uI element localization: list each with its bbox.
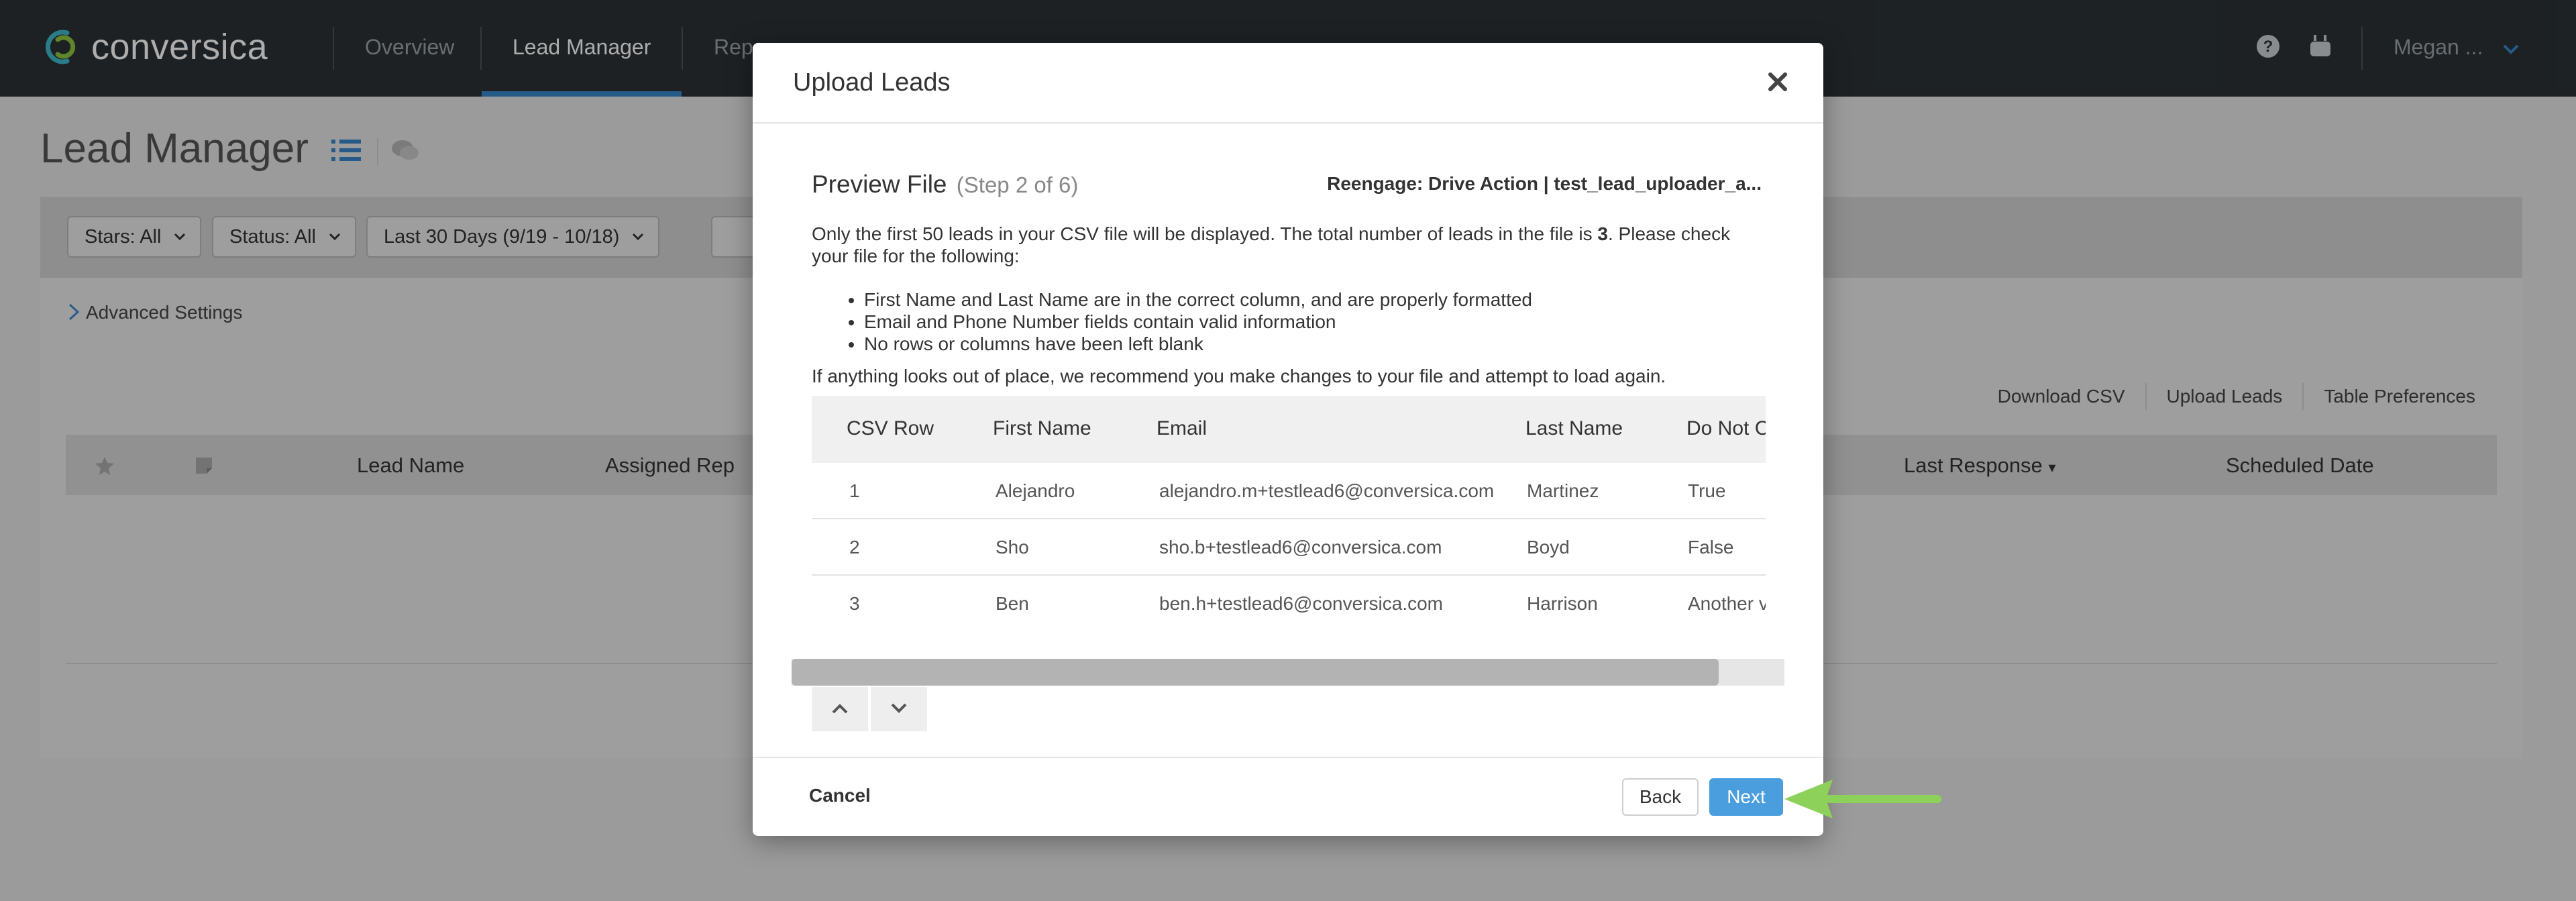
horizontal-scrollbar[interactable] bbox=[792, 659, 1784, 686]
table-row: 3 Ben ben.h+testlead6@conversica.com Har… bbox=[812, 576, 1766, 621]
table-row: 1 Alejandro alejandro.m+testlead6@conver… bbox=[812, 463, 1766, 519]
cell-email: alejandro.m+testlead6@conversica.com bbox=[1159, 480, 1495, 501]
cell-csv-row: 3 bbox=[849, 593, 860, 614]
cell-first-name: Alejandro bbox=[996, 480, 1075, 501]
col-csv-row: CSV Row bbox=[847, 417, 934, 439]
modal-footer: Cancel Back Next bbox=[753, 757, 1823, 836]
checklist: First Name and Last Name are in the corr… bbox=[864, 288, 1532, 355]
step-indicator: (Step 2 of 6) bbox=[956, 172, 1079, 197]
cell-csv-row: 1 bbox=[849, 480, 860, 501]
preview-file-title: Preview File bbox=[812, 170, 947, 198]
intro-text-before: Only the first 50 leads in your CSV file… bbox=[812, 223, 1598, 244]
cell-last-name: Harrison bbox=[1527, 593, 1598, 614]
checklist-item: Email and Phone Number fields contain va… bbox=[864, 311, 1532, 333]
back-button[interactable]: Back bbox=[1622, 778, 1699, 816]
cell-last-name: Boyd bbox=[1527, 537, 1570, 558]
preview-table: CSV Row First Name Email Last Name Do No… bbox=[812, 396, 1766, 621]
advice-text: If anything looks out of place, we recom… bbox=[812, 366, 1666, 386]
cell-do-not-contact: False bbox=[1688, 537, 1734, 558]
col-email: Email bbox=[1157, 417, 1208, 439]
cell-do-not-contact: Another val bbox=[1688, 593, 1766, 614]
col-first-name: First Name bbox=[993, 417, 1091, 439]
cell-first-name: Ben bbox=[996, 593, 1029, 614]
cell-first-name: Sho bbox=[996, 537, 1029, 558]
cell-email: sho.b+testlead6@conversica.com bbox=[1159, 537, 1442, 558]
cell-csv-row: 2 bbox=[849, 537, 860, 558]
modal-title: Upload Leads bbox=[793, 68, 951, 97]
table-row: 2 Sho sho.b+testlead6@conversica.com Boy… bbox=[812, 519, 1766, 576]
checklist-item: First Name and Last Name are in the corr… bbox=[864, 288, 1532, 311]
scrollbar-thumb[interactable] bbox=[792, 659, 1719, 686]
scroll-up-button[interactable] bbox=[812, 687, 868, 731]
cell-last-name: Martinez bbox=[1527, 480, 1599, 501]
intro-text: Only the first 50 leads in your CSV file… bbox=[812, 223, 1771, 267]
cell-do-not-contact: True bbox=[1688, 480, 1726, 501]
annotation-arrow-icon bbox=[1784, 780, 1941, 818]
cell-email: ben.h+testlead6@conversica.com bbox=[1159, 593, 1443, 614]
checklist-item: No rows or columns have been left blank bbox=[864, 333, 1532, 355]
close-icon[interactable] bbox=[1764, 68, 1791, 95]
col-last-name: Last Name bbox=[1525, 417, 1623, 439]
modal-header: Upload Leads bbox=[753, 43, 1823, 123]
cancel-button[interactable]: Cancel bbox=[809, 785, 871, 806]
chevron-up-icon bbox=[832, 704, 848, 714]
preview-table-header: CSV Row First Name Email Last Name Do No… bbox=[812, 396, 1766, 463]
col-do-not-contact: Do Not Co bbox=[1686, 417, 1766, 439]
chevron-down-icon bbox=[891, 703, 907, 713]
preview-file-heading: Preview File (Step 2 of 6) bbox=[812, 170, 1078, 199]
next-button[interactable]: Next bbox=[1709, 778, 1783, 816]
scroll-down-button[interactable] bbox=[871, 687, 927, 731]
lead-count: 3 bbox=[1597, 223, 1608, 244]
campaign-name: Reengage: Drive Action | test_lead_uploa… bbox=[1327, 173, 1762, 194]
upload-leads-modal: Upload Leads Preview File (Step 2 of 6) … bbox=[753, 43, 1823, 836]
